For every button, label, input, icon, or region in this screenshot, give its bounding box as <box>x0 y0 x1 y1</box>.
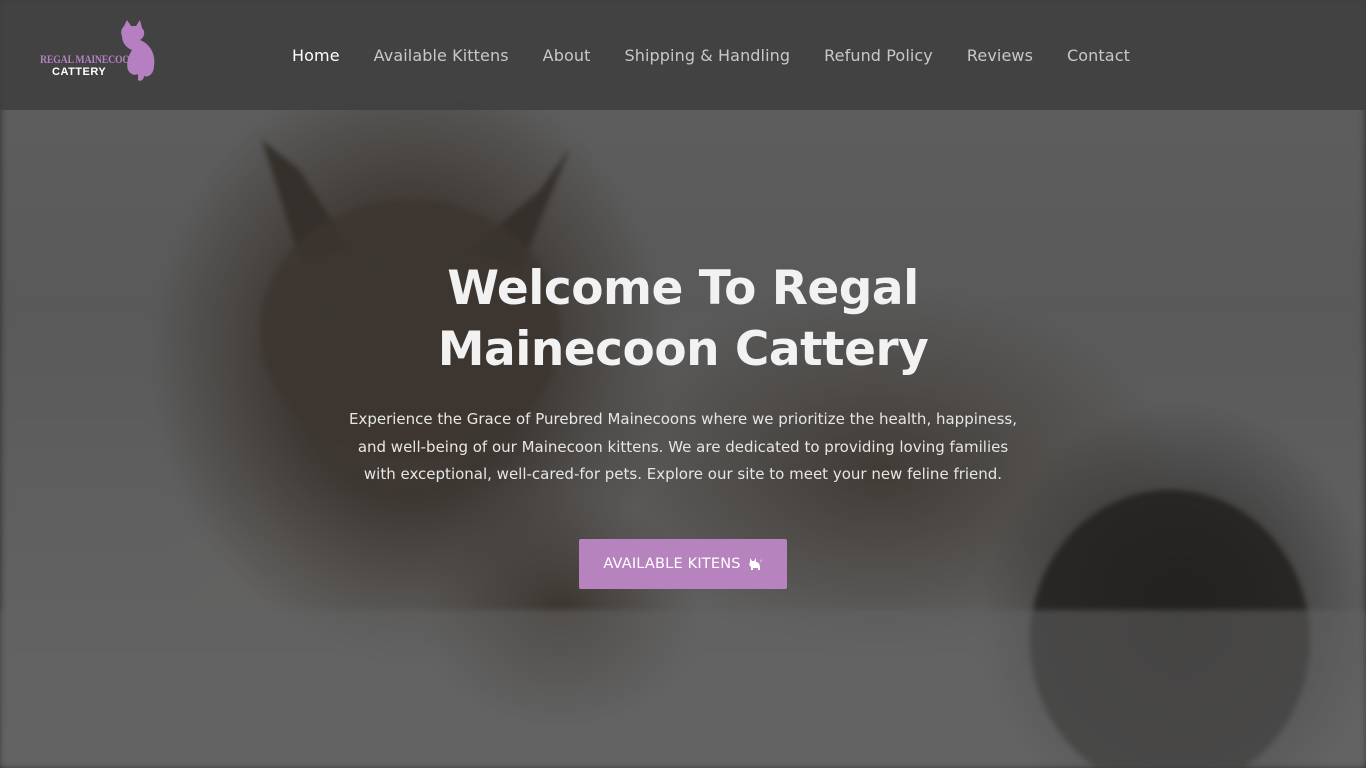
page: REGAL MAINECOON CATTERY Home Available K… <box>0 0 1366 768</box>
available-kittens-button[interactable]: AVAILABLE KITENS <box>579 538 787 589</box>
nav-contact[interactable]: Contact <box>1067 46 1130 65</box>
cat-icon <box>749 557 762 570</box>
nav-reviews[interactable]: Reviews <box>967 46 1033 65</box>
nav-about[interactable]: About <box>543 46 591 65</box>
logo-subtitle: CATTERY <box>52 66 107 78</box>
nav-refund-policy[interactable]: Refund Policy <box>824 46 933 65</box>
hero-section: Welcome To Regal Mainecoon Cattery Exper… <box>333 258 1033 589</box>
main-nav: Home Available Kittens About Shipping & … <box>292 44 1164 66</box>
logo-title: REGAL MAINECOON <box>40 52 137 66</box>
nav-shipping-handling[interactable]: Shipping & Handling <box>624 46 790 65</box>
site-logo[interactable]: REGAL MAINECOON CATTERY <box>38 20 160 86</box>
hero-title: Welcome To Regal Mainecoon Cattery <box>437 261 929 377</box>
nav-home[interactable]: Home <box>292 46 340 65</box>
nav-available-kittens[interactable]: Available Kittens <box>374 46 509 65</box>
hero-description: Experience the Grace of Purebred Maineco… <box>348 410 1018 483</box>
site-header: REGAL MAINECOON CATTERY Home Available K… <box>0 0 1366 110</box>
cta-label: AVAILABLE KITENS <box>603 555 741 572</box>
cat-silhouette-icon <box>121 20 155 81</box>
